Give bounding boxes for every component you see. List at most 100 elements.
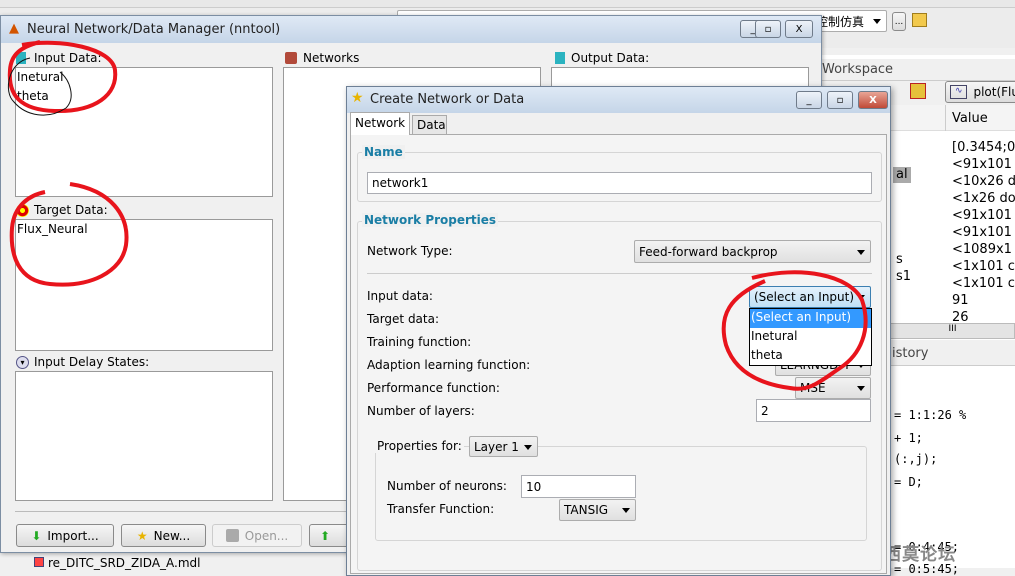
history-line[interactable]: (:,j); [894,452,937,466]
target-data-label: Target data: [367,312,440,326]
properties-for-label: Properties for: [375,439,464,453]
network-type-select[interactable]: Feed-forward backprop [634,240,871,263]
neurons-input[interactable]: 10 [521,475,636,498]
open-icon [225,529,239,542]
input-data-list[interactable]: Inetural theta [15,67,273,197]
list-item[interactable]: theta [17,89,49,103]
separator [367,273,872,274]
workspace-value: <1089x1 ce [952,242,1015,257]
tab-data[interactable]: Data [412,115,447,135]
dropdown-option[interactable]: (Select an Input) [750,309,871,328]
workspace-value: <91x101 do [952,157,1015,172]
workspace-value: <10x26 dou [952,174,1015,189]
combo-text: 控制仿真 [815,14,864,29]
title-bar: ▲ Neural Network/Data Manager (nntool) _… [1,16,821,43]
layer-select[interactable]: Layer 1 [469,436,538,457]
networks-icon [285,52,297,64]
input-data-select[interactable]: (Select an Input) [749,286,871,308]
select-value: MSE [800,381,826,395]
workspace-value: <1x26 doul [952,191,1015,206]
network-name-input[interactable]: network1 [367,172,872,194]
matlab-logo-icon: ▲ [9,21,19,36]
output-data-icon [555,52,565,64]
workspace-value: <1x101 cell [952,259,1015,274]
target-data-list[interactable]: Flux_Neural [15,219,273,351]
history-line[interactable]: + 1; [894,431,923,445]
target-icon [16,204,29,217]
history-title: istory [892,346,929,361]
number-of-layers-input[interactable]: 2 [756,399,871,422]
select-value: TANSIG [564,503,609,517]
var-name: al [896,167,908,182]
workspace-value: <1x101 cell [952,276,1015,291]
workspace-value: 91 [952,293,969,308]
dialog-title-bar: ★ Create Network or Data _ ▫ X [347,87,890,113]
chevron-down-icon [857,386,865,391]
list-item[interactable]: Inetural [17,70,63,84]
dialog-title: Create Network or Data [370,92,525,107]
plot-button[interactable]: ∿ plot(Flu [945,81,1015,103]
input-delay-icon: ▾ [16,356,29,369]
chevron-down-icon [873,19,881,24]
transfer-function-select[interactable]: TANSIG [559,499,636,521]
dropdown-option[interactable]: theta [750,347,871,366]
var-name: s [896,252,903,267]
matlab-menubar [0,0,1015,8]
list-item[interactable]: Flux_Neural [17,222,88,236]
history-line[interactable]: = D; [894,475,923,489]
performance-function-select[interactable]: MSE [795,377,871,399]
neurons-label: Number of neurons: [387,479,507,493]
delete-icon[interactable] [910,83,926,99]
select-value: (Select an Input) [754,290,855,304]
input-data-dropdown: (Select an Input) Inetural theta [749,308,872,366]
workspace-title: Workspace [822,62,894,77]
maximize-button[interactable]: ▫ [827,91,853,109]
tab-network[interactable]: Network [350,112,410,135]
training-function-label: Training function: [367,335,472,349]
maximize-button[interactable]: ▫ [755,20,781,38]
input-data-label: Input data: [367,289,433,303]
close-button[interactable]: X [785,20,813,38]
window-title: Neural Network/Data Manager (nntool) [27,22,281,37]
input-delay-list[interactable] [15,371,273,501]
star-icon: ★ [136,528,148,543]
import-icon: ⬇ [31,528,42,543]
select-value: Feed-forward backprop [639,244,778,259]
workspace-value: <91x101 do [952,225,1015,240]
close-button[interactable]: X [858,91,888,109]
var-name: s1 [896,269,912,284]
folder-up-icon[interactable] [912,13,927,27]
history-panel: istory = 1:1:26 % + 1; (:,j); = D; = 0:4:45;… [890,342,1015,576]
input-delay-label: Input Delay States: [34,355,150,369]
transfer-function-label: Transfer Function: [387,502,495,516]
output-data-label: Output Data: [571,51,650,65]
input-data-icon [16,52,26,64]
number-of-layers-label: Number of layers: [367,404,475,418]
export-icon: ⬆ [320,528,331,543]
network-type-label: Network Type: [367,244,453,258]
value-column-header: Value [952,111,988,126]
minimize-button[interactable]: _ [796,91,822,109]
star-icon: ★ [351,90,364,106]
name-legend: Name [362,145,405,159]
performance-function-label: Performance function: [367,381,500,395]
wave-icon: ∿ [950,85,968,99]
dropdown-option[interactable]: Inetural [750,328,871,347]
chevron-down-icon [857,249,865,255]
history-line[interactable]: = 1:1:26 % [894,408,966,422]
workspace-value: <91x101 do [952,208,1015,223]
browse-button[interactable]: ... [892,12,906,31]
chevron-down-icon [857,295,865,300]
import-button[interactable]: ⬇ Import... [16,524,114,547]
adaption-function-label: Adaption learning function: [367,358,531,372]
input-data-label: Input Data: [34,51,102,65]
horizontal-scrollbar[interactable]: III [890,323,1015,339]
export-button[interactable]: ⬆ [309,524,349,547]
model-file-icon [34,557,44,567]
chevron-down-icon [622,508,630,513]
chevron-down-icon [524,444,532,450]
workspace-value: [0.3454;0.42 [952,140,1015,155]
select-value: Layer 1 [474,439,519,454]
new-button[interactable]: ★ New... [121,524,206,547]
open-button: Open... [212,524,302,547]
